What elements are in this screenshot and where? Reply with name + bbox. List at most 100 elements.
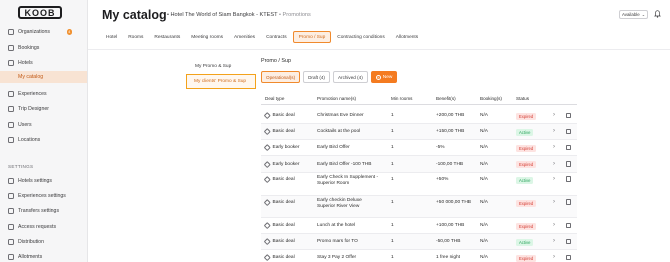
filter-archived[interactable]: Archived (4) [332, 71, 368, 83]
deal-type: Early booker [272, 161, 300, 167]
promotion-name: Lunch at the hotel [317, 223, 356, 228]
sidebar-item-allotments[interactable]: Allotments [0, 251, 87, 262]
sidebar-item-distribution[interactable]: Distribution [0, 236, 87, 248]
col-promotion-name[interactable]: Promotion name(s) [317, 96, 356, 101]
copy-icon[interactable] [566, 161, 571, 167]
copy-icon[interactable] [566, 112, 571, 118]
table-row[interactable]: Basic deal Early checkin Deluxe Superior R… [261, 196, 577, 218]
tag-icon [264, 199, 271, 206]
copy-icon[interactable] [566, 238, 571, 244]
table-row[interactable]: Basic deal Early Check In Supplement - Sup… [261, 173, 577, 196]
min-rooms: 1 [391, 239, 394, 244]
bookings: N/A [480, 223, 488, 228]
table-row[interactable]: Early booker Early Bird Offer -100 THB 1 -1… [261, 156, 577, 173]
bell-icon[interactable] [654, 10, 661, 18]
sidebar-item-users[interactable]: Users [0, 119, 87, 131]
sidebar-item-bookings[interactable]: Bookings [0, 42, 87, 54]
chevron-right-icon[interactable]: › [553, 238, 555, 244]
chevron-down-icon: ⌄ [641, 12, 646, 17]
sidebar-item-locations[interactable]: Locations [0, 134, 87, 146]
tag-icon [264, 254, 271, 261]
tab-contracting-conditions[interactable]: Contracting conditions [332, 31, 389, 43]
filter-operational[interactable]: Operational(s) [261, 71, 301, 83]
bookings: N/A [480, 239, 488, 244]
section-title: Promo / Sup [261, 58, 291, 64]
min-rooms: 1 [391, 145, 394, 150]
sidebar-item-access-requests[interactable]: Access requests [0, 221, 87, 233]
chevron-right-icon[interactable]: › [553, 112, 555, 118]
chevron-right-icon[interactable]: › [553, 161, 555, 167]
deal-type: Basic deal [272, 177, 295, 182]
tag-icon [264, 238, 271, 245]
tab-meeting-rooms[interactable]: Meeting rooms [186, 31, 228, 43]
table-row[interactable]: Basic deal Christmas Eve Dinner 1 +200,00 T… [261, 108, 577, 124]
sidebar-item-label: Transfers settings [18, 208, 60, 214]
deal-type: Basic deal [272, 223, 295, 228]
sidebar-item-hotels[interactable]: Hotels [0, 57, 87, 69]
sidebar-item-label: Distribution [18, 239, 44, 245]
copy-icon[interactable] [566, 222, 571, 228]
sidebar-item-my-catalog[interactable]: My catalog [0, 71, 87, 83]
bookings: N/A [480, 161, 488, 167]
chevron-right-icon[interactable]: › [553, 254, 555, 260]
status-badge: Expired [516, 222, 537, 230]
sidebar-item-label: Users [18, 122, 32, 128]
tab-promo-sup[interactable]: Promo / Sup [292, 31, 332, 43]
availability-dropdown[interactable]: Available ⌄ [619, 10, 648, 19]
sidebar-item-experiences-settings[interactable]: Experiences settings [0, 190, 87, 202]
status-badge: Expired [516, 112, 537, 120]
min-rooms: 1 [391, 113, 394, 118]
page-title: My catalog [102, 8, 167, 22]
bookings: N/A [480, 255, 488, 260]
table-row[interactable]: Basic deal Lunch at the hotel 1 +100,00 THB… [261, 218, 577, 234]
benefit: +200,00 THB [436, 113, 465, 118]
copy-icon[interactable] [566, 128, 571, 134]
col-status[interactable]: Status [516, 96, 529, 101]
sidebar-item-trip-designer[interactable]: Trip Designer [0, 103, 87, 115]
chevron-right-icon[interactable]: › [553, 128, 555, 134]
promotion-name-line2: Superior River View [317, 204, 360, 209]
tab-restaurants[interactable]: Restaurants [149, 31, 185, 43]
col-bookings: Booking(s) [480, 96, 502, 101]
table-row[interactable]: Basic deal Stay 3 Pay 2 Offer 1 1 free nigh… [261, 250, 577, 262]
filter-draft[interactable]: Draft (4) [303, 71, 330, 83]
my-clients-promo-sup-link[interactable]: My clients' Promo & Sup [186, 74, 256, 89]
sidebar-item-hotels-settings[interactable]: Hotels settings [0, 175, 87, 187]
copy-icon[interactable] [566, 199, 571, 205]
bookings: N/A [480, 129, 488, 134]
col-deal-type[interactable]: Deal type [265, 96, 284, 101]
sidebar-item-organizations[interactable]: Organizations 4 [0, 26, 87, 38]
deal-type-cell: Basic deal [264, 176, 295, 183]
chevron-right-icon[interactable]: › [553, 222, 555, 228]
user-icon [8, 122, 14, 128]
chevron-right-icon[interactable]: › [553, 144, 555, 150]
copy-icon[interactable] [566, 254, 571, 260]
promotion-name: Early Bird Offer -100 THB [317, 161, 372, 167]
sidebar-item-label: Allotments [18, 254, 43, 260]
promotion-name-cell: Early Bird Offer -100 THB [317, 162, 371, 168]
sidebar-item-experiences[interactable]: Experiences [0, 88, 87, 100]
sidebar-item-label: Hotels settings [18, 178, 53, 184]
tab-contracts[interactable]: Contracts [261, 31, 292, 43]
deal-type-cell: Early booker [264, 160, 300, 168]
new-button[interactable]: + New [370, 71, 398, 83]
copy-icon[interactable] [566, 144, 571, 150]
notification-badge: 4 [66, 29, 72, 35]
tab-allotments[interactable]: Allotments [391, 31, 423, 43]
tab-amenities[interactable]: Amenities [229, 31, 260, 43]
chevron-right-icon[interactable]: › [553, 199, 555, 205]
min-rooms: 1 [391, 255, 394, 260]
table-row[interactable]: Early booker Early Bird Offer 1 -5% N/A Expir… [261, 140, 577, 156]
sidebar-item-transfers-settings[interactable]: Transfers settings [0, 205, 87, 217]
table-row[interactable]: Basic deal Promo mars for TO 1 -50,00 THB N/… [261, 234, 577, 250]
copy-icon[interactable] [566, 176, 571, 182]
table-row[interactable]: Basic deal Cocktails at the pool 1 +150,00 … [261, 124, 577, 140]
my-promo-sup-link[interactable]: My Promo & Sup [195, 64, 231, 69]
deal-type-cell: Basic deal [264, 222, 295, 229]
hotel-icon [8, 60, 14, 66]
tab-hotel[interactable]: Hotel [101, 31, 122, 43]
chevron-right-icon[interactable]: › [553, 176, 555, 182]
sidebar-item-label: Experiences settings [18, 193, 66, 199]
tab-rooms[interactable]: Rooms [123, 31, 148, 43]
promotion-name-cell: Early Check In Supplement - Superior Room [317, 175, 378, 187]
